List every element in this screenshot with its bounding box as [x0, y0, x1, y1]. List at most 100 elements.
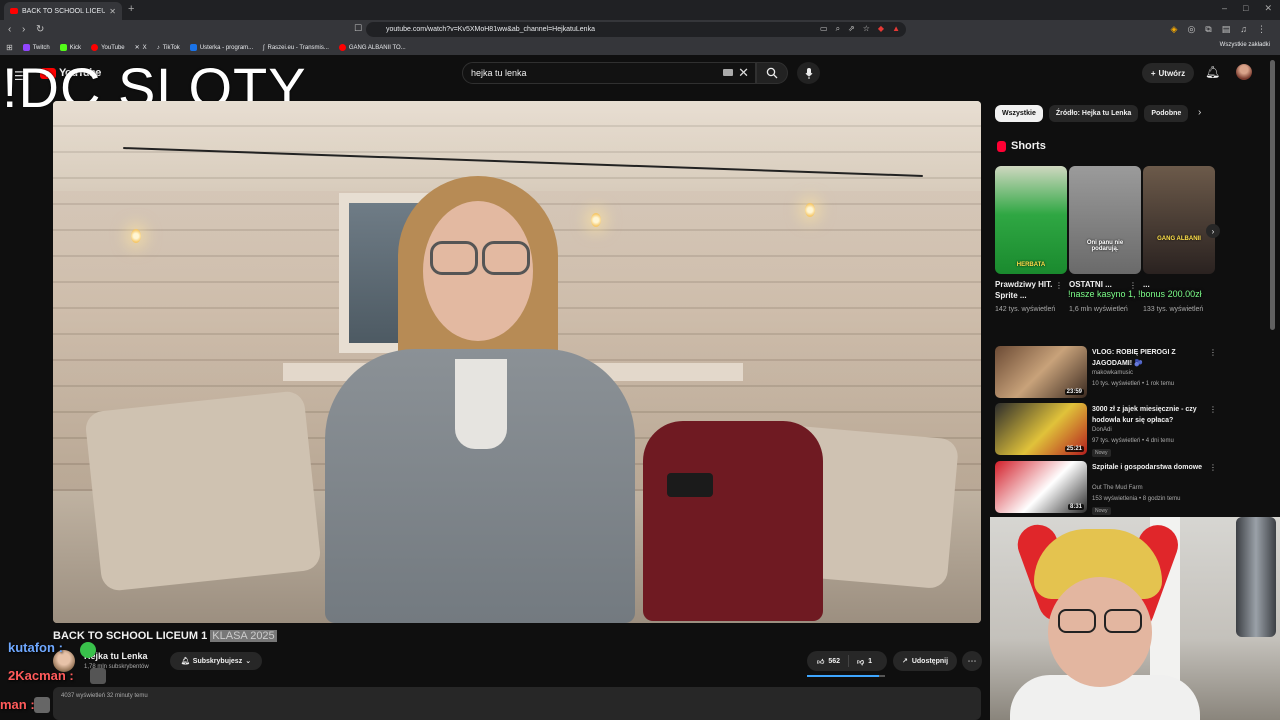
- stream-overlay-promo: !nasze kasyno 1, !bonus 200.00zł: [1068, 289, 1202, 299]
- video-thumbnail[interactable]: 8:31: [995, 461, 1087, 513]
- more-actions-button[interactable]: ⋯: [962, 651, 982, 671]
- bookmark-gang-albanii[interactable]: GANG ALBANII TO...: [338, 44, 406, 51]
- short-views: 1,6 mln wyświetleń: [1069, 306, 1128, 313]
- bookmark-youtube[interactable]: YouTube: [91, 44, 125, 51]
- star-icon[interactable]: ☆: [863, 24, 870, 34]
- share-icon: ↗: [901, 658, 908, 665]
- dislike-button[interactable]: 👎︎ 1: [849, 657, 880, 666]
- notifications-bell-icon[interactable]: 🔔︎: [1205, 65, 1220, 79]
- thumbs-down-icon: 👎︎: [857, 658, 865, 666]
- short-views: 133 tys. wyświetleń: [1143, 306, 1204, 313]
- close-tab-icon[interactable]: ✕: [109, 7, 116, 16]
- youtube-favicon-icon: [10, 8, 18, 14]
- music-icon[interactable]: ♫: [1240, 24, 1247, 35]
- video-menu-icon[interactable]: ⋮: [1209, 348, 1217, 357]
- apps-grid-icon[interactable]: ⊞: [6, 43, 13, 52]
- chip-all[interactable]: Wszystkie: [995, 105, 1043, 122]
- recommended-video[interactable]: 8:31 Szpitale i gospodarstwa domowe Out …: [995, 461, 1225, 515]
- forward-arrow-icon[interactable]: ›: [22, 24, 25, 35]
- subscribe-button[interactable]: 🔔︎ Subskrybujesz ⌄: [170, 652, 262, 670]
- extension-bolt-icon[interactable]: ◈: [1171, 24, 1178, 35]
- warning-icon[interactable]: ▲: [892, 24, 900, 34]
- chat-message: 2Kacman :: [8, 668, 74, 683]
- video-person-shirt: [455, 359, 507, 449]
- keyboard-icon[interactable]: [723, 69, 733, 76]
- zoom-icon[interactable]: ⌕: [836, 24, 840, 34]
- light-bulb: [805, 203, 815, 217]
- bookmark-twitch[interactable]: Twitch: [22, 44, 50, 51]
- description-box[interactable]: 4037 wyświetleń 32 minuty temu: [53, 687, 981, 720]
- bookmark-usterka[interactable]: Usterka - program...: [189, 44, 253, 51]
- twitch-icon: [22, 44, 30, 51]
- share-button[interactable]: ↗ Udostępnij: [893, 651, 957, 671]
- page-scrollbar[interactable]: [1270, 60, 1275, 330]
- voice-search-button[interactable]: [797, 62, 820, 84]
- video-channel[interactable]: makowkamusic: [1092, 370, 1133, 376]
- minimize-icon[interactable]: –: [1222, 3, 1227, 14]
- video-channel[interactable]: DonAdi: [1092, 427, 1112, 433]
- short-menu-icon[interactable]: ⋮: [1055, 281, 1063, 290]
- bookmark-raszei[interactable]: ʃ Raszei.eu - Transmis...: [263, 45, 329, 51]
- search-query[interactable]: hejka tu lenka: [471, 68, 527, 78]
- bell-icon: 🔔︎: [180, 658, 190, 665]
- create-button[interactable]: + Utwórz: [1142, 63, 1194, 83]
- menu-dots-icon[interactable]: ⋮: [1257, 24, 1266, 35]
- video-title[interactable]: Szpitale i gospodarstwa domowe: [1092, 462, 1210, 473]
- short-thumb-label: GANG ALBANII: [1157, 236, 1201, 242]
- chip-source[interactable]: Źródło: Hejka tu Lenka: [1048, 105, 1139, 122]
- video-title[interactable]: 3000 zł z jajek miesięcznie - czy hodowl…: [1092, 404, 1210, 426]
- recommended-video[interactable]: 25:21 3000 zł z jajek miesięcznie - czy …: [995, 403, 1225, 457]
- bookmark-icon[interactable]: ☐: [354, 23, 362, 34]
- short-thumbnail[interactable]: Oni panu nie podarują.: [1069, 166, 1141, 274]
- search-input[interactable]: hejka tu lenka ✕: [462, 62, 756, 84]
- chevron-right-icon[interactable]: ›: [1198, 107, 1201, 118]
- browser-tab[interactable]: BACK TO SCHOOL LICEUM 1 ✕: [4, 2, 122, 20]
- address-bar[interactable]: ☐ youtube.com/watch?v=Kv5XMoH81ww&ab_cha…: [354, 22, 906, 37]
- puzzle-icon[interactable]: ⧉: [1205, 24, 1211, 35]
- close-window-icon[interactable]: ✕: [1264, 3, 1272, 14]
- bookmark-kick[interactable]: Kick: [59, 44, 81, 51]
- video-menu-icon[interactable]: ⋮: [1209, 463, 1217, 472]
- extension-generic-icon[interactable]: ◎: [1187, 24, 1195, 35]
- short-thumbnail[interactable]: GANG ALBANII: [1143, 166, 1215, 274]
- video-scene-cushion: [84, 389, 322, 593]
- thumbs-up-icon: 👍︎: [817, 658, 825, 666]
- microphone-icon: [805, 67, 812, 79]
- chat-emote-icon: [80, 642, 96, 658]
- search-button[interactable]: [756, 62, 788, 84]
- short-title[interactable]: Prawdziwy HIT. Sprite ...: [995, 279, 1061, 301]
- shorts-icon: [997, 140, 1006, 152]
- reload-icon[interactable]: ↻: [36, 24, 44, 35]
- video-title[interactable]: VLOG: ROBIĘ PIEROGI Z JAGODAMI! 🫐: [1092, 347, 1210, 369]
- recommended-video[interactable]: 23:59 VLOG: ROBIĘ PIEROGI Z JAGODAMI! 🫐 …: [995, 346, 1225, 400]
- new-tab-icon[interactable]: +: [128, 3, 134, 15]
- youtube-icon: [91, 44, 99, 51]
- bookmark-x[interactable]: ✕ X: [135, 44, 147, 52]
- cast-icon[interactable]: ▭: [820, 24, 828, 34]
- video-channel[interactable]: Out The Mud Farm: [1092, 485, 1143, 491]
- video-thumbnail[interactable]: 23:59: [995, 346, 1087, 398]
- bookmark-tiktok[interactable]: ♪ TikTok: [157, 45, 180, 51]
- user-avatar[interactable]: [1236, 64, 1252, 80]
- url-text[interactable]: youtube.com/watch?v=Kv5XMoH81ww&ab_chann…: [386, 26, 595, 33]
- video-meta: 97 tys. wyświetleń • 4 dni temu: [1092, 438, 1174, 444]
- back-arrow-icon[interactable]: ‹: [8, 24, 11, 35]
- chip-similar[interactable]: Podobne: [1144, 105, 1189, 122]
- like-button[interactable]: 👍︎ 562: [807, 655, 850, 667]
- bookmarks-bar: ⊞ Twitch Kick YouTube ✕ X ♪ TikTok Usterka…: [0, 40, 1280, 55]
- shorts-next-icon[interactable]: ›: [1206, 224, 1220, 238]
- video-scene-backpack-logo: [667, 473, 713, 497]
- clear-search-icon[interactable]: ✕: [738, 65, 749, 81]
- window-controls: – □ ✕: [1222, 3, 1272, 14]
- video-menu-icon[interactable]: ⋮: [1209, 405, 1217, 414]
- video-player[interactable]: [53, 101, 981, 623]
- shield-icon[interactable]: ◆: [878, 24, 884, 34]
- maximize-icon[interactable]: □: [1243, 3, 1248, 14]
- all-bookmarks[interactable]: Wszystkie zakładki: [1220, 42, 1270, 48]
- pin-icon: ʃ: [263, 44, 265, 51]
- sidepanel-icon[interactable]: ▤: [1222, 24, 1231, 35]
- short-thumbnail[interactable]: HERBATA: [995, 166, 1067, 274]
- video-meta: 153 wyświetlenia • 8 godzin temu: [1092, 496, 1181, 502]
- share-page-icon[interactable]: ⇗: [848, 24, 855, 34]
- video-thumbnail[interactable]: 25:21: [995, 403, 1087, 455]
